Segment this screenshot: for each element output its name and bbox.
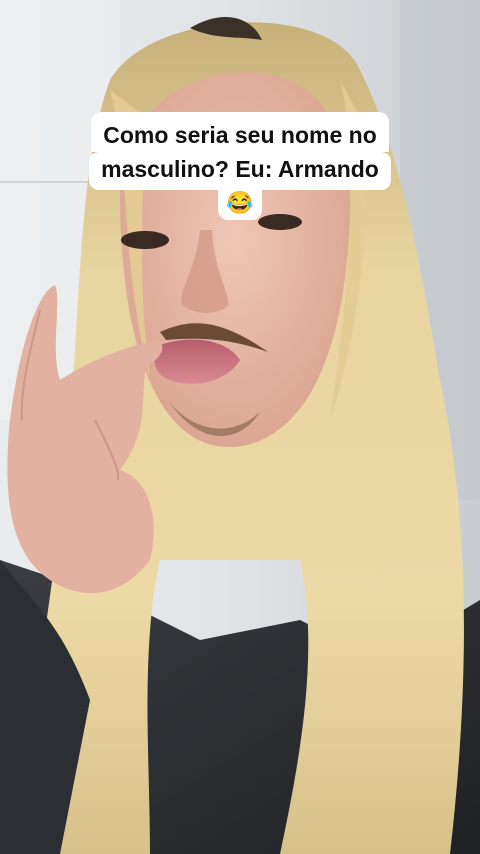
caption: Como seria seu nome no masculino? Eu: Ar… <box>0 112 480 220</box>
caption-line-2: masculino? Eu: Armando <box>89 152 391 190</box>
video-frame: Como seria seu nome no masculino? Eu: Ar… <box>0 0 480 854</box>
caption-line-1: Como seria seu nome no <box>91 112 389 152</box>
left-eye <box>121 231 169 249</box>
laughing-emoji-icon: 😂 <box>218 190 262 220</box>
